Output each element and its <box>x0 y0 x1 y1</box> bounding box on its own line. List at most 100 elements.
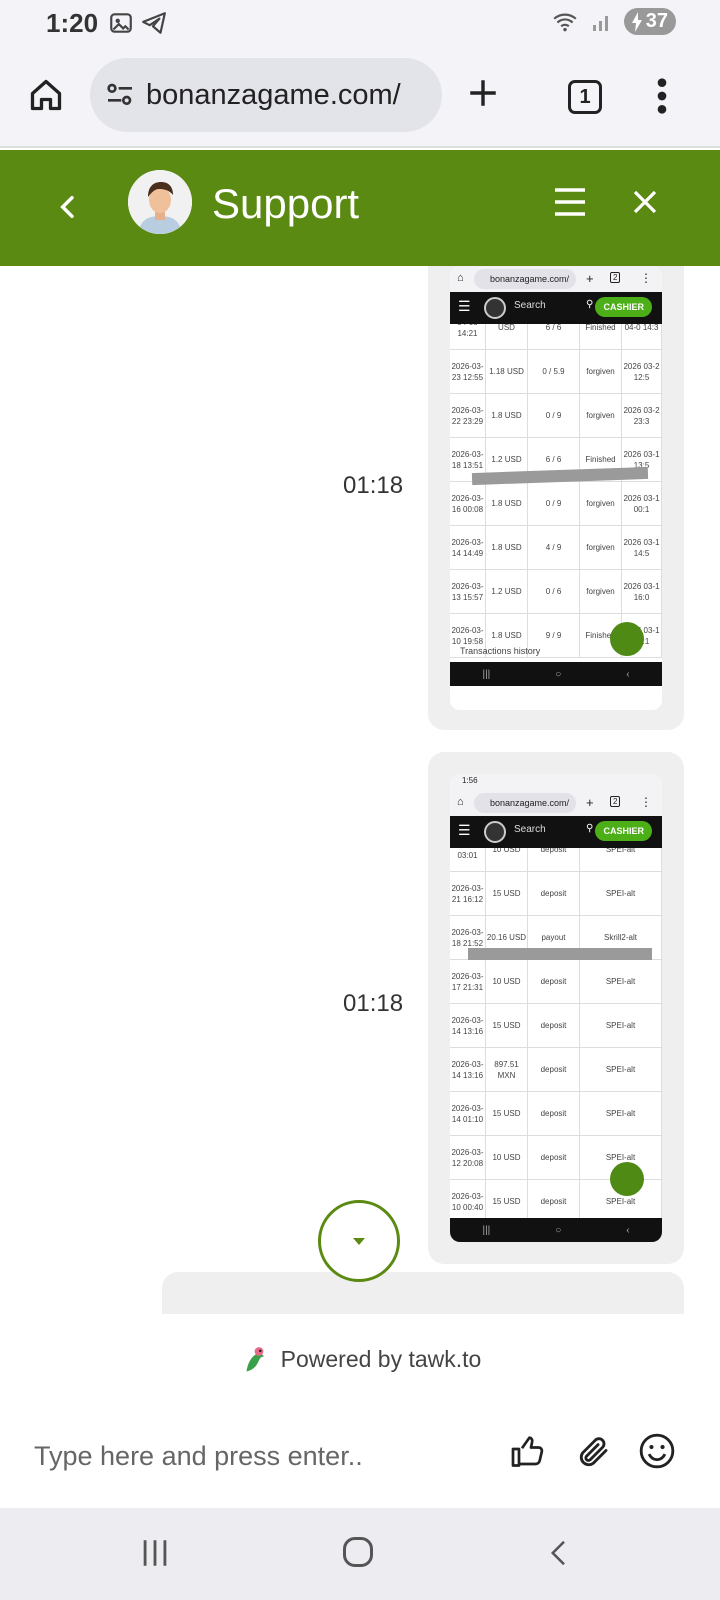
cell-end: 04-0 14:3 <box>622 324 662 349</box>
more-options-icon[interactable] <box>652 76 672 116</box>
cell-type: deposit <box>528 1004 580 1047</box>
cell-method: SPEI-alt <box>580 1092 662 1135</box>
cell-amount: 15 USD <box>486 872 528 915</box>
chat-header: Support <box>0 150 720 266</box>
mini-search-icon: ⚲ <box>586 299 594 310</box>
cell-amount: 15 USD <box>486 1004 528 1047</box>
cell-end: 2026 03-1 16:0 <box>622 570 662 613</box>
chat-messages[interactable]: 01:18 ⌂ bonanzagame.com/ + 2 ⋮ ☰ Search … <box>0 266 720 1314</box>
home-icon[interactable] <box>28 76 64 114</box>
cell-type: deposit <box>528 872 580 915</box>
cell-score: 0 / 5.9 <box>528 350 580 393</box>
cell-amount: 1.18 USD <box>486 350 528 393</box>
attachment-screenshot[interactable]: ⌂ bonanzagame.com/ + 2 ⋮ ☰ Search ⚲ CASH… <box>450 266 662 710</box>
mini-url: bonanzagame.com/ <box>474 793 576 813</box>
status-bar: 1:20 37 <box>0 0 720 48</box>
cell-date: 2026-03-17 21:31 <box>450 960 486 1003</box>
powered-by-text: Powered by tawk.to <box>280 1345 482 1372</box>
mini-plus-icon: + <box>586 795 594 810</box>
cell-method: SPEI-alt <box>580 1004 662 1047</box>
battery-badge: 37 <box>623 8 676 35</box>
cell-method: SPEI-alt <box>580 1048 662 1091</box>
gallery-icon <box>110 13 132 33</box>
mini-table-row: 2026-03-17 21:31 10 USD deposit SPEI-alt <box>450 960 662 1004</box>
back-icon[interactable] <box>52 188 84 226</box>
cell-amount: 15 USD <box>486 1092 528 1135</box>
close-icon[interactable] <box>630 186 660 218</box>
address-bar[interactable]: bonanzagame.com/ <box>90 58 442 132</box>
cell-method: SPEI-alt <box>580 960 662 1003</box>
tab-switcher-button[interactable]: 1 <box>568 80 602 114</box>
cell-type: deposit <box>528 848 580 871</box>
tawk-bird-icon <box>246 1347 264 1372</box>
mini-table-row: 2026-03-21 16:12 15 USD deposit SPEI-alt <box>450 872 662 916</box>
site-settings-icon[interactable] <box>104 79 136 111</box>
emoji-icon[interactable] <box>638 1432 676 1470</box>
home-button-icon[interactable] <box>340 1534 376 1570</box>
cell-amount: 1.8 USD <box>486 482 528 525</box>
cell-amount: 1.8 USD <box>486 394 528 437</box>
mini-url: bonanzagame.com/ <box>474 269 576 289</box>
back-button-icon[interactable] <box>544 1536 574 1570</box>
next-message-bubble <box>162 1272 684 1314</box>
mini-tab-count: 2 <box>610 272 621 283</box>
cell-date: 2026-03-10 00:40 <box>450 1180 486 1218</box>
powered-by[interactable]: Powered by tawk.to <box>0 1314 720 1404</box>
scroll-down-button[interactable] <box>318 1200 400 1282</box>
cell-score: 0 / 6 <box>528 570 580 613</box>
mini-hamburger-icon: ☰ <box>458 298 471 314</box>
cell-type: deposit <box>528 1180 580 1218</box>
mini-table-row: 2026-03-14 14:49 1.8 USD 4 / 9 forgiven 2026… <box>450 526 662 570</box>
cell-amount: 10 USD <box>486 848 528 871</box>
cell-end: 2026 03-2 23:3 <box>622 394 662 437</box>
mini-table-row: 2026-03-14 01:10 15 USD deposit SPEI-alt <box>450 1092 662 1136</box>
message-input[interactable] <box>34 1432 474 1480</box>
mini-table-row: 2026-03-14 13:16 897.51 MXN deposit SPEI-al… <box>450 1048 662 1092</box>
cell-amount: USD <box>486 324 528 349</box>
person-avatar-icon <box>128 170 192 234</box>
mini-status-time: 1:56 <box>462 776 478 785</box>
agent-avatar <box>128 170 192 234</box>
image-message-bubble[interactable]: ⌂ bonanzagame.com/ + 2 ⋮ ☰ Search ⚲ CASH… <box>428 266 684 730</box>
cell-date: 2026-03-14 13:16 <box>450 1004 486 1047</box>
mini-cashier-button: CASHIER <box>595 821 652 841</box>
cell-date: 2026-03-14 01:10 <box>450 1092 486 1135</box>
image-message-bubble[interactable]: 1:56 ⌂ bonanzagame.com/ + 2 ⋮ ☰ Search ⚲… <box>428 752 684 1264</box>
mini-site-nav: ☰ Search ⚲ CASHIER <box>450 816 662 848</box>
mini-transactions-table: 03-23 03:0110 USDdepositSPEI-alt2026-03-… <box>450 848 662 1218</box>
cell-amount: 10 USD <box>486 960 528 1003</box>
cell-method: SPEI-alt <box>580 848 662 871</box>
recent-apps-icon[interactable] <box>138 1536 172 1570</box>
browser-toolbar: bonanzagame.com/ 1 <box>0 48 720 148</box>
new-tab-icon[interactable] <box>466 76 500 110</box>
cell-score: 4 / 9 <box>528 526 580 569</box>
cell-date: 2026-03-22 23:29 <box>450 394 486 437</box>
cell-type: deposit <box>528 1136 580 1179</box>
thumbs-up-icon[interactable] <box>510 1434 546 1470</box>
cell-status: Finished <box>580 324 622 349</box>
mini-footer-text: Transactions history <box>460 646 541 656</box>
cell-date: 2026-03-23 12:55 <box>450 350 486 393</box>
attachment-screenshot[interactable]: 1:56 ⌂ bonanzagame.com/ + 2 ⋮ ☰ Search ⚲… <box>450 774 662 1242</box>
mini-chat-icon <box>610 622 644 656</box>
paperclip-icon[interactable] <box>576 1434 612 1470</box>
menu-icon[interactable] <box>552 186 588 218</box>
mini-home-icon: ⌂ <box>457 796 464 808</box>
mini-hamburger-icon: ☰ <box>458 822 471 838</box>
mini-search: Search <box>514 824 546 835</box>
cell-score: 0 / 9 <box>528 482 580 525</box>
cell-date: 04-08 14:21 <box>450 324 486 349</box>
cell-method: SPEI-alt <box>580 872 662 915</box>
cell-end: 2026 03-1 14:5 <box>622 526 662 569</box>
mini-table-row: 04-08 14:21USD6 / 6Finished04-0 14:3 <box>450 324 662 350</box>
mini-more-icon: ⋮ <box>640 795 652 809</box>
battery-level: 37 <box>645 10 668 32</box>
message-composer <box>0 1404 720 1508</box>
mini-search-icon: ⚲ <box>586 823 594 834</box>
wifi-icon <box>553 13 577 31</box>
cell-amount: 897.51 MXN <box>486 1048 528 1091</box>
mini-games-table: 04-08 14:21USD6 / 6Finished04-0 14:32026… <box>450 324 662 662</box>
mini-system-nav: ||| ○ ‹ <box>450 1218 662 1242</box>
cell-end: 2026 03-1 00:1 <box>622 482 662 525</box>
message-time: 01:18 <box>343 472 404 499</box>
